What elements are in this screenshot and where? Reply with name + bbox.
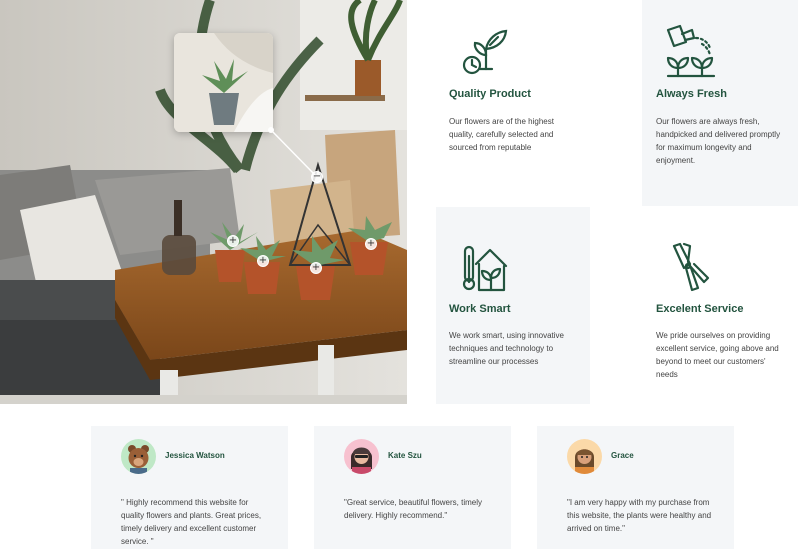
- feature-title: Work Smart: [449, 303, 511, 315]
- product-zoom-thumbnail[interactable]: [174, 33, 273, 132]
- feature-always-fresh: Always Fresh Our flowers are always fres…: [642, 0, 798, 206]
- testimonial-card: Jessica Watson " Highly recommend this w…: [91, 426, 288, 549]
- feature-work-smart: Work Smart We work smart, using innovati…: [436, 207, 590, 404]
- feature-title: Quality Product: [449, 88, 531, 100]
- feature-description: Our flowers are always fresh, handpicked…: [656, 117, 781, 165]
- feature-title: Excelent Service: [656, 303, 744, 315]
- watering-can-icon: [666, 24, 716, 78]
- testimonial-name: Kate Szu: [388, 451, 422, 460]
- hotspot-plus-icon[interactable]: +: [310, 262, 322, 274]
- testimonial-card: Kate Szu "Great service, beautiful flowe…: [314, 426, 511, 549]
- person-avatar-icon: [351, 447, 372, 474]
- avatar: [567, 439, 602, 474]
- feature-description: We work smart, using innovative techniqu…: [449, 331, 565, 366]
- testimonial-card: Grace "I am very happy with my purchase …: [537, 426, 734, 549]
- feature-quality-product: Quality Product Our flowers are of the h…: [433, 0, 638, 206]
- potted-succulent-image: [174, 33, 273, 132]
- feature-description: We pride ourselves on providing excellen…: [656, 331, 779, 379]
- hotspot-plus-icon[interactable]: +: [257, 255, 269, 267]
- testimonial-name: Grace: [611, 451, 634, 460]
- hotspot-plus-icon[interactable]: +: [365, 238, 377, 250]
- testimonial-quote: "Great service, beautiful flowers, timel…: [344, 498, 482, 520]
- feature-title: Always Fresh: [656, 88, 727, 100]
- hero-photo: − + + + +: [0, 0, 407, 404]
- pruning-shears-icon: [672, 242, 710, 292]
- plant-clock-icon: [462, 29, 508, 75]
- bear-avatar-icon: [128, 445, 149, 474]
- testimonial-quote: "I am very happy with my purchase from t…: [567, 498, 712, 533]
- feature-excelent-service: Excelent Service We pride ourselves on p…: [642, 207, 798, 404]
- testimonial-quote: " Highly recommend this website for qual…: [121, 498, 262, 546]
- hotspot-plus-icon[interactable]: +: [227, 235, 239, 247]
- testimonial-name: Jessica Watson: [165, 451, 225, 460]
- avatar: [344, 439, 379, 474]
- person-avatar-icon: [575, 449, 594, 474]
- feature-description: Our flowers are of the highest quality, …: [449, 117, 554, 152]
- hotspot-minus-icon[interactable]: −: [311, 171, 323, 183]
- avatar: [121, 439, 156, 474]
- smart-greenhouse-icon: [462, 245, 508, 292]
